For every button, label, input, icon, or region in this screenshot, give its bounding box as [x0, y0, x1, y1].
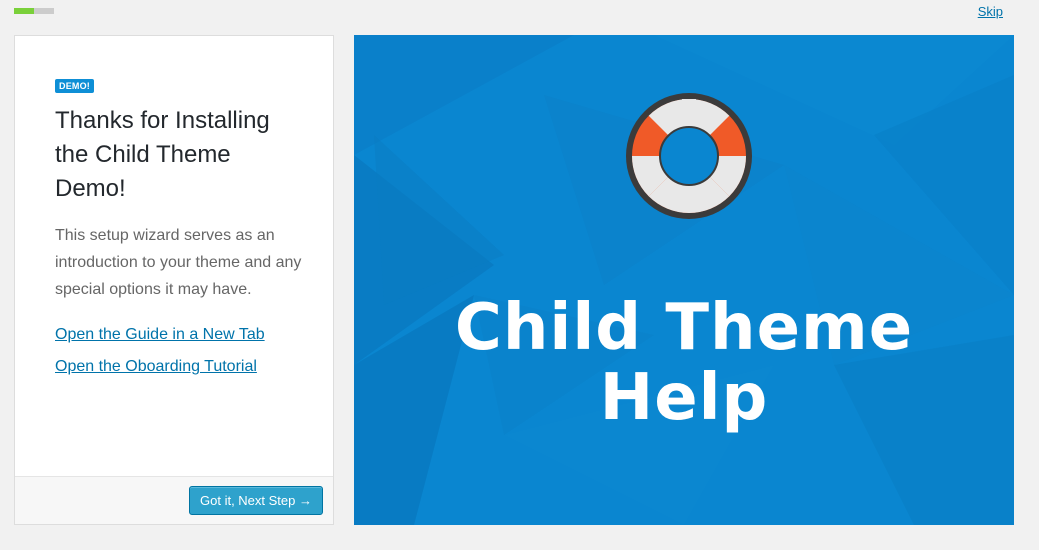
- progress-step-1: [14, 8, 34, 14]
- card-description: This setup wizard serves as an introduct…: [55, 227, 302, 298]
- demo-badge: DEMO!: [55, 79, 94, 93]
- skip-link[interactable]: Skip: [978, 4, 1003, 19]
- card-footer: Got it, Next Step →: [15, 476, 333, 524]
- setup-wizard: Skip DEMO! Thanks for Installing the Chi…: [0, 0, 1039, 550]
- open-guide-link[interactable]: Open the Guide in a New Tab: [55, 325, 293, 345]
- open-tutorial-link[interactable]: Open the Oboarding Tutorial: [55, 357, 293, 377]
- hero-title-line-1: Child Theme: [454, 291, 914, 365]
- progress-step-2: [34, 8, 54, 14]
- card-title: Thanks for Installing the Child Theme De…: [55, 107, 270, 202]
- help-hero-image: Child Theme Help: [354, 35, 1014, 525]
- hero-title: Child Theme Help: [354, 293, 1014, 433]
- intro-card: DEMO! Thanks for Installing the Child Th…: [14, 35, 334, 525]
- hero-title-line-2: Help: [599, 361, 769, 435]
- next-step-button[interactable]: Got it, Next Step →: [189, 486, 323, 515]
- lifebuoy-icon: [626, 93, 752, 219]
- intro-card-body: DEMO! Thanks for Installing the Child Th…: [15, 36, 333, 377]
- progress-indicator: [14, 8, 54, 14]
